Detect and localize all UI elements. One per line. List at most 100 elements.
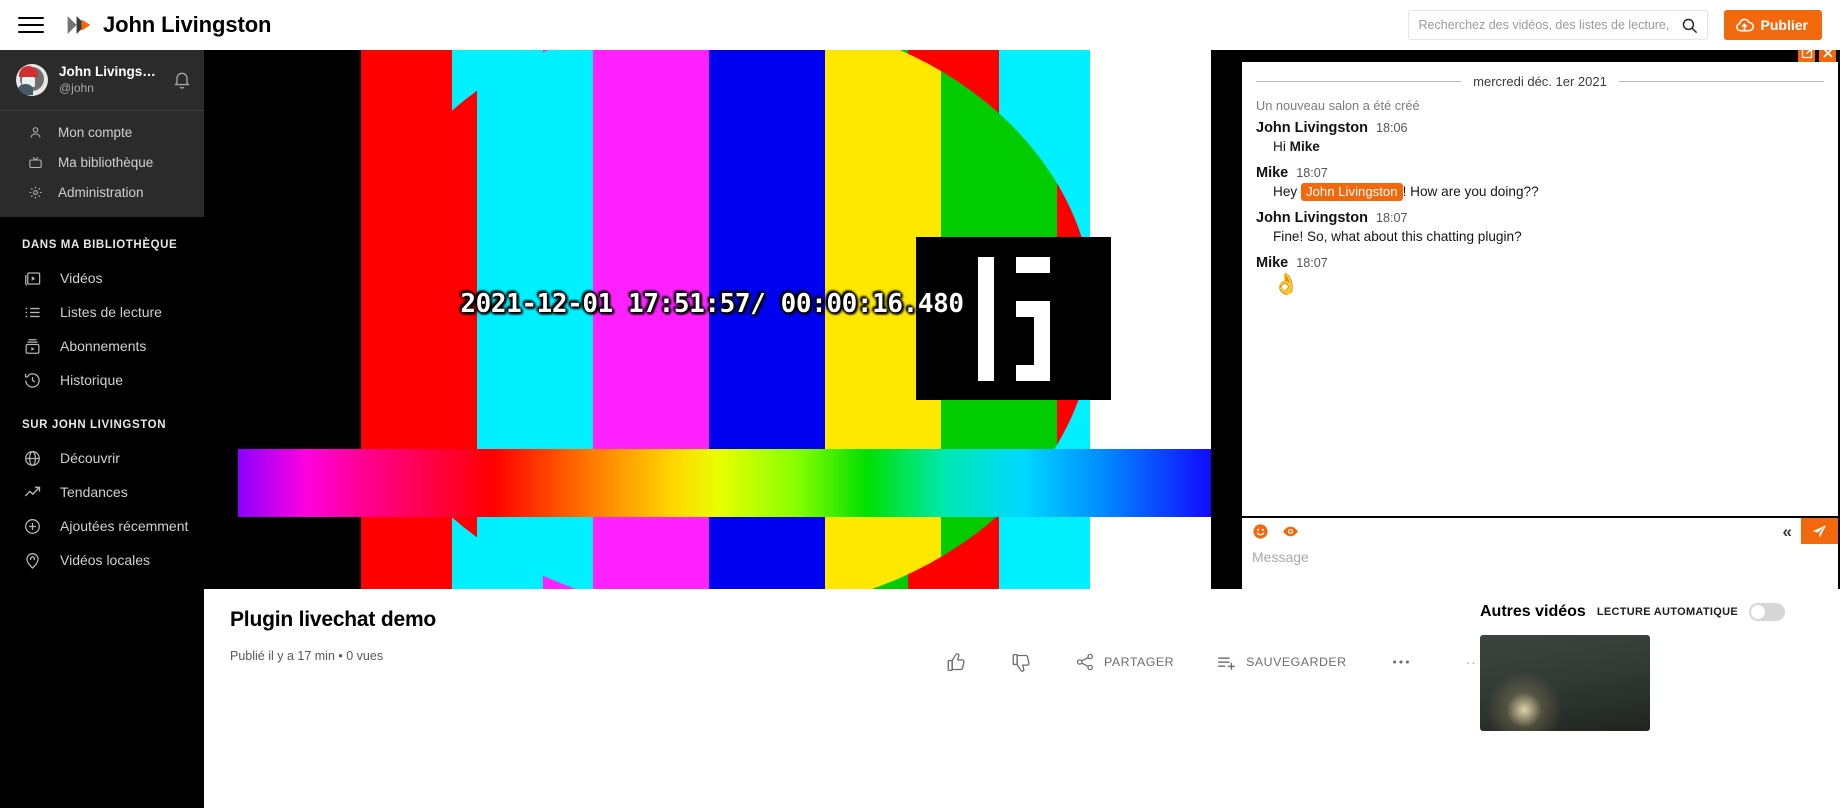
toggle-knob (1750, 605, 1765, 619)
livechat-body: mercredi déc. 1er 2021 Un nouveau salon … (1242, 62, 1840, 589)
sidebar-item-label: Ajoutées récemment (60, 518, 189, 534)
share-button-label: PARTAGER (1104, 655, 1175, 669)
search-icon[interactable] (1681, 17, 1698, 34)
peertube-logo-icon (67, 16, 91, 34)
recommended-video-item[interactable]: ·· (1466, 635, 1820, 731)
video-publish-info: Publié il y a 17 min • 0 vues (230, 649, 384, 663)
sidebar-account-row[interactable]: John Livings… @john (0, 64, 204, 110)
video-library-icon (22, 268, 42, 288)
save-button[interactable]: SAUVEGARDER (1195, 652, 1368, 673)
share-button[interactable]: PARTAGER (1054, 652, 1195, 672)
thumbs-down-icon (1012, 653, 1030, 672)
more-horizontal-icon (1392, 660, 1409, 664)
publish-button-label: Publier (1760, 17, 1808, 33)
sidebar-account-names: John Livings… @john (59, 64, 156, 96)
sidebar-section-instance-title: SUR JOHN LIVINGSTON (22, 419, 167, 431)
livechat-toolbar: « (1242, 518, 1838, 544)
sidebar-item-videos[interactable]: Vidéos (0, 261, 204, 295)
video-thumbnail[interactable] (1480, 635, 1650, 731)
smiley-icon[interactable] (1252, 523, 1269, 540)
video-meta: Plugin livechat demo Publié il y a 17 mi… (230, 608, 436, 663)
sidebar-item-ajoutees-recemment[interactable]: Ajoutées récemment (0, 509, 204, 543)
more-actions-button[interactable] (1368, 651, 1434, 673)
chat-message-body: Fine! So, what about this chatting plugi… (1273, 229, 1522, 244)
playlist-icon (22, 302, 42, 322)
hamburger-icon-line (18, 31, 44, 33)
sidebar-item-label: Listes de lecture (60, 304, 162, 320)
collapse-toolbar-button[interactable]: « (1774, 523, 1801, 540)
sidebar-item-label: Vidéos locales (60, 552, 151, 568)
chat-message-nick: John Livingston (1256, 120, 1368, 136)
search-box[interactable] (1407, 10, 1708, 40)
dislike-button[interactable] (989, 652, 1054, 673)
sidebar-item-decouvrir[interactable]: Découvrir (0, 441, 204, 475)
chat-message-time: 18:06 (1375, 121, 1408, 135)
chat-text-part: Hi (1273, 139, 1290, 154)
sidebar-item-label: Tendances (60, 484, 128, 500)
upload-cloud-icon (1735, 18, 1754, 31)
thumbs-up-icon (947, 652, 965, 671)
chat-message-time: 18:07 (1296, 166, 1328, 180)
sidebar-item-historique[interactable]: Historique (0, 363, 204, 397)
menu-toggle-button[interactable] (18, 15, 44, 35)
brand-logo-link[interactable]: John Livingston (66, 12, 271, 38)
share-icon (1076, 653, 1093, 671)
globe-icon (22, 448, 42, 468)
trending-icon (22, 482, 42, 502)
eye-icon[interactable] (1282, 523, 1299, 540)
sidebar-item-abonnements[interactable]: Abonnements (0, 329, 204, 363)
top-header: John Livingston Publier (0, 0, 1840, 50)
chat-message-body: Hi Mike (1256, 136, 1824, 154)
chat-message: John Livingston 18:06 Hi Mike (1256, 120, 1824, 154)
autoplay-toggle[interactable] (1748, 603, 1785, 621)
test-pattern-rainbow-gradient (238, 449, 1220, 517)
sidebar-instance-menu: Découvrir Tendances Ajoutées récemment V… (0, 441, 204, 577)
tv-icon (26, 153, 44, 171)
chat-day-separator: mercredi déc. 1er 2021 (1256, 74, 1824, 89)
chat-message-header: Mike 18:07 (1256, 165, 1824, 181)
search-input[interactable] (1408, 18, 1671, 32)
recommended-title: Autres vidéos (1480, 603, 1586, 620)
chat-message-header: John Livingston 18:07 (1256, 210, 1824, 226)
livechat-input-area: « (1242, 516, 1838, 589)
plus-circle-icon (22, 516, 42, 536)
sidebar-item-tendances[interactable]: Tendances (0, 475, 204, 509)
autoplay-label: LECTURE AUTOMATIQUE (1596, 606, 1738, 618)
chat-text-part: Hey (1273, 184, 1301, 199)
bell-icon[interactable] (172, 70, 192, 90)
chat-message: Mike 18:07 Hey John Livingston! How are … (1256, 165, 1824, 201)
like-button[interactable] (924, 652, 989, 673)
user-icon (26, 123, 44, 141)
sidebar-item-label: Ma bibliothèque (58, 154, 154, 170)
video-player[interactable]: 2021-12-01 17:51:57/ 00:00:16.480 (204, 44, 1220, 589)
chat-message-input[interactable] (1242, 544, 1838, 588)
sidebar-item-label: Mon compte (58, 124, 133, 140)
chat-message-nick: John Livingston (1256, 210, 1368, 226)
header-right-group: Publier (1407, 10, 1840, 40)
hamburger-icon-line (18, 17, 44, 19)
history-icon (22, 370, 42, 390)
send-message-button[interactable] (1801, 518, 1838, 544)
sidebar-item-listes-de-lecture[interactable]: Listes de lecture (0, 295, 204, 329)
recommended-header: Autres vidéos LECTURE AUTOMATIQUE (1480, 603, 1820, 621)
separator-line-right (1618, 81, 1824, 82)
sidebar-item-mon-compte[interactable]: Mon compte (0, 117, 204, 147)
chat-message-header: John Livingston 18:06 (1256, 120, 1824, 136)
save-button-label: SAUVEGARDER (1246, 655, 1347, 669)
livechat-panel: mercredi déc. 1er 2021 Un nouveau salon … (1211, 44, 1840, 589)
chat-message-body: Hey John Livingston! How are you doing?? (1256, 181, 1824, 201)
sidebar-item-videos-locales[interactable]: Vidéos locales (0, 543, 204, 577)
video-info-section: Plugin livechat demo Publié il y a 17 mi… (204, 589, 1840, 808)
sidebar-item-ma-bibliotheque[interactable]: Ma bibliothèque (0, 147, 204, 177)
publish-button[interactable]: Publier (1723, 10, 1822, 40)
video-title: Plugin livechat demo (230, 608, 437, 631)
avatar[interactable] (16, 64, 48, 96)
livechat-message-list[interactable]: mercredi déc. 1er 2021 Un nouveau salon … (1242, 62, 1838, 516)
sidebar-account-block: John Livings… @john Mon compte Ma biblio… (0, 50, 204, 217)
hamburger-icon-line (18, 24, 44, 26)
drag-handle-dots: ·· (1466, 655, 1477, 670)
sidebar-item-administration[interactable]: Administration (0, 177, 204, 207)
recommended-videos-section: Autres vidéos LECTURE AUTOMATIQUE ·· (1466, 603, 1820, 731)
sidebar-library-menu: Vidéos Listes de lecture Abonnements His… (0, 261, 204, 397)
chat-day-label: mercredi déc. 1er 2021 (1473, 74, 1607, 89)
